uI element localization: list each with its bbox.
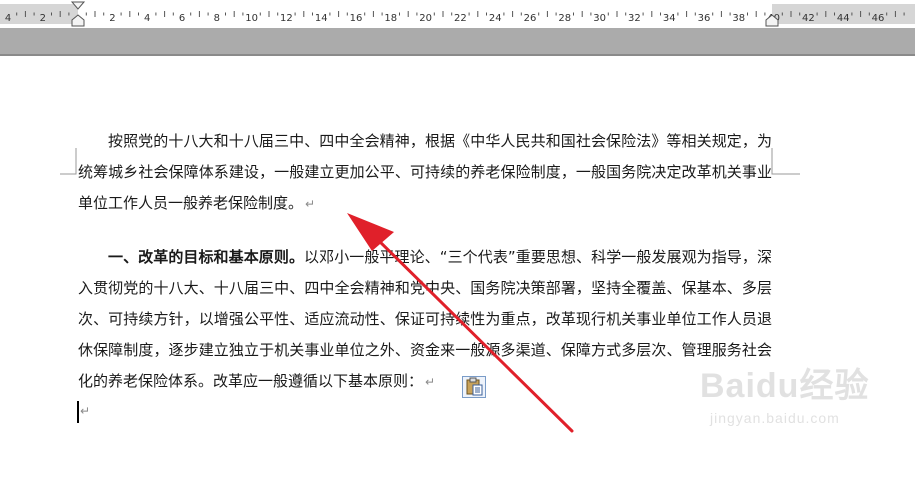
ruler-label: 4: [5, 13, 11, 24]
ruler-label: 22: [454, 13, 467, 24]
toolbar-band: [0, 28, 915, 56]
horizontal-ruler[interactable]: 4224681012141618202224262830323436384042…: [0, 0, 915, 29]
ruler-label: 10: [245, 13, 258, 24]
ruler-label: 44: [837, 13, 850, 24]
ruler-label: 46: [872, 13, 885, 24]
ruler-label: 24: [489, 13, 502, 24]
document-body[interactable]: 按照党的十八大和十八届三中、四中全会精神，根据《中华人民共和国社会保险法》等相关…: [78, 126, 772, 398]
paragraph-intro-text: 按照党的十八大和十八届三中、四中全会精神，根据《中华人民共和国社会保险法》等相关…: [78, 132, 772, 212]
watermark-brand: Baidu经验: [700, 367, 870, 405]
paragraph-intro[interactable]: 按照党的十八大和十八届三中、四中全会精神，根据《中华人民共和国社会保险法》等相关…: [78, 126, 772, 220]
ruler-label: 38: [732, 13, 745, 24]
watermark-url: jingyan.baidu.com: [710, 410, 840, 426]
paragraph-mark: ↵: [425, 375, 436, 389]
ruler-scale: 4224681012141618202224262830323436384042…: [0, 1, 915, 27]
margin-corner-top-left: [60, 148, 77, 175]
watermark: Baidu经验 jingyan.baidu.com: [700, 358, 910, 438]
ruler-label: 12: [280, 13, 293, 24]
ruler-label: 16: [350, 13, 363, 24]
ruler-label: 32: [628, 13, 641, 24]
ruler-label: 2: [109, 13, 115, 24]
margin-corner-top-right: [771, 148, 800, 175]
ruler-label: 34: [663, 13, 676, 24]
ruler-label: 18: [384, 13, 397, 24]
ruler-label: 26: [524, 13, 537, 24]
paragraph-mark: ↵: [305, 197, 316, 211]
section-heading: 一、改革的目标和基本原则。: [108, 248, 305, 266]
paste-options-icon[interactable]: [462, 376, 486, 398]
ruler-label: 42: [802, 13, 815, 24]
text-cursor: [77, 401, 79, 423]
ruler-label: 2: [40, 13, 46, 24]
ruler-label: 20: [419, 13, 432, 24]
empty-paragraph-mark: ↵: [80, 404, 91, 418]
ruler-label: 4: [144, 13, 150, 24]
ruler-label: 14: [315, 13, 328, 24]
clipboard-icon: [466, 377, 483, 396]
paragraph-principles[interactable]: 一、改革的目标和基本原则。以邓小一般平理论、“三个代表”重要思想、科学一般发展观…: [78, 242, 772, 398]
ruler-label: 30: [593, 13, 606, 24]
ruler-label: 36: [698, 13, 711, 24]
ruler-label: 8: [214, 13, 220, 24]
ruler-label: 28: [558, 13, 571, 24]
paragraph-principles-text: 以邓小一般平理论、“三个代表”重要思想、科学一般发展观为指导，深入贯彻党的十八大…: [78, 248, 772, 390]
ruler-label: 6: [179, 13, 185, 24]
